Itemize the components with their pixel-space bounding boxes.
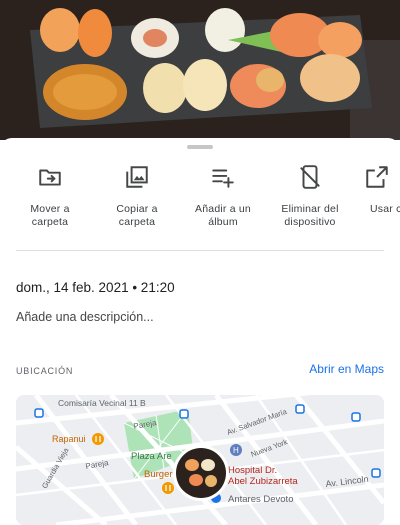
- copy-image-icon: [126, 166, 148, 188]
- use-as-label: Usar c: [370, 203, 400, 215]
- map-label-hospital: Hospital Dr.: [228, 465, 277, 476]
- playlist-add-icon: [212, 169, 234, 188]
- delete-from-device-button[interactable]: Eliminar del dispositivo: [264, 164, 356, 229]
- restaurant-pin-icon[interactable]: [162, 482, 174, 494]
- copy-to-folder-button[interactable]: Copiar a carpeta: [91, 164, 183, 229]
- move-to-folder-label: Mover a carpeta: [30, 203, 70, 228]
- photo-datetime: dom., 14 feb. 2021 • 21:20: [16, 280, 175, 295]
- map-illustration: Comisaría Vecinal 11 B Rapanui Pareja Pa…: [16, 395, 384, 525]
- phone-delete-icon: [300, 165, 320, 189]
- map-label-hospital-2: Abel Zubizarreta: [228, 476, 298, 487]
- sushi-photo: [0, 0, 400, 140]
- location-map[interactable]: Comisaría Vecinal 11 B Rapanui Pareja Pa…: [16, 395, 384, 525]
- hospital-pin-icon[interactable]: H: [230, 444, 242, 456]
- map-label-antares: Antares Devoto: [228, 494, 293, 505]
- drag-handle[interactable]: [187, 145, 213, 149]
- open-external-icon: [366, 166, 388, 188]
- copy-to-folder-label: Copiar a carpeta: [116, 203, 158, 228]
- delete-from-device-label: Eliminar del dispositivo: [281, 203, 339, 228]
- map-label-comisaria: Comisaría Vecinal 11 B: [58, 398, 146, 408]
- map-label-plaza: Plaza Are: [131, 451, 172, 462]
- open-in-maps-link[interactable]: Abrir en Maps: [309, 362, 384, 376]
- map-label-rapanui: Rapanui: [52, 434, 86, 444]
- map-label-burger: Burger: [144, 469, 173, 480]
- move-to-folder-icon: [39, 169, 61, 186]
- add-to-album-label: Añadir a un álbum: [195, 203, 251, 228]
- details-sheet: Mover a carpeta Copiar a carpeta Añadir …: [0, 138, 400, 525]
- section-divider: [16, 250, 384, 251]
- restaurant-pin-icon[interactable]: [92, 433, 104, 445]
- description-input[interactable]: Añade una descripción...: [16, 310, 154, 324]
- photo-location-marker[interactable]: [173, 445, 229, 501]
- move-to-folder-button[interactable]: Mover a carpeta: [4, 164, 96, 229]
- svg-text:H: H: [233, 446, 239, 455]
- add-to-album-button[interactable]: Añadir a un álbum: [177, 164, 269, 229]
- use-as-button[interactable]: Usar c: [350, 164, 400, 216]
- location-heading: UBICACIÓN: [16, 366, 74, 376]
- sushi-photo-illustration: [0, 0, 400, 140]
